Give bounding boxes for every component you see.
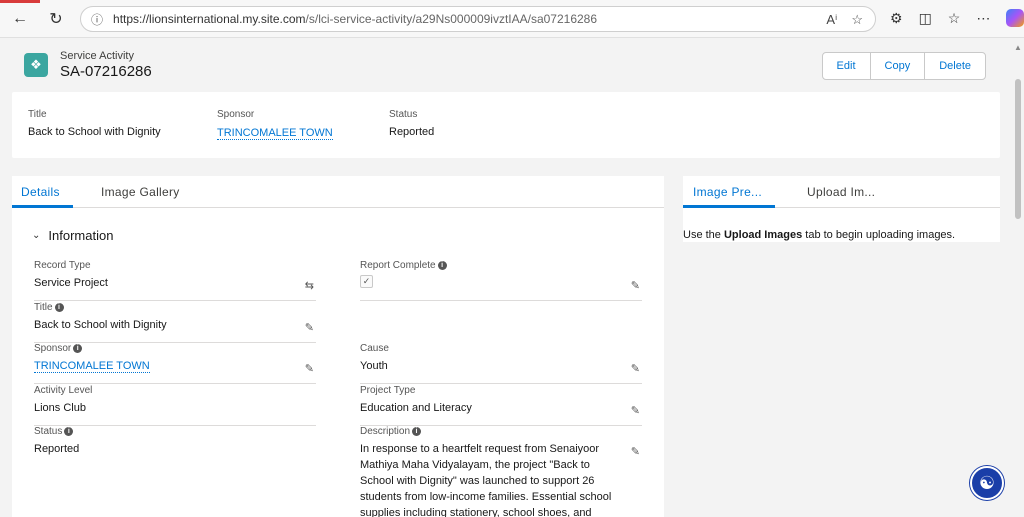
- copy-button[interactable]: Copy: [871, 53, 926, 79]
- tab-details[interactable]: Details: [21, 185, 60, 199]
- edit-pencil-icon[interactable]: ✎: [305, 362, 314, 375]
- cause-label: Cause: [360, 343, 389, 354]
- highlight-title-label: Title: [28, 109, 47, 120]
- scrollbar-thumb[interactable]: [1015, 79, 1021, 219]
- tab-image-preview[interactable]: Image Pre...: [693, 185, 762, 199]
- edit-pencil-icon[interactable]: ✎: [631, 445, 640, 458]
- info-icon[interactable]: i: [54, 303, 64, 312]
- active-tab-indicator: [12, 205, 73, 208]
- browser-toolbar: ← ↻ ⓘ https://lionsinternational.my.site…: [0, 0, 1024, 38]
- page-scrollbar[interactable]: ▲: [1012, 39, 1024, 517]
- copilot-icon[interactable]: [1006, 9, 1024, 27]
- field-status: Status i Reported: [34, 426, 316, 467]
- refresh-icon[interactable]: ↻: [42, 5, 70, 33]
- project-type-value: Education and Literacy: [360, 402, 472, 414]
- info-icon[interactable]: i: [64, 427, 74, 436]
- edit-button[interactable]: Edit: [823, 53, 871, 79]
- record-actions: Edit Copy Delete: [821, 52, 986, 80]
- accessibility-icon[interactable]: ☯: [970, 466, 1004, 500]
- record-name: SA-07216286: [60, 63, 152, 80]
- more-icon[interactable]: ⋯: [976, 10, 990, 27]
- field-activity-level: Activity Level Lions Club: [34, 385, 316, 426]
- field-divider: [360, 300, 642, 301]
- field-divider: [34, 383, 316, 384]
- image-panel: Image Pre... Upload Im... Use the Upload…: [683, 176, 1000, 242]
- record-header: ❖ Service Activity SA-07216286 Edit Copy…: [12, 39, 1000, 89]
- record-type-label: Record Type: [34, 260, 91, 271]
- upload-hint: Use the Upload Images tab to begin uploa…: [683, 229, 956, 241]
- report-complete-label: Report Complete i: [360, 260, 642, 271]
- project-type-label: Project Type: [360, 385, 416, 396]
- info-icon[interactable]: i: [73, 344, 83, 353]
- highlight-sponsor-label: Sponsor: [217, 109, 255, 120]
- description-label: Description i: [360, 426, 642, 437]
- tab-indicator: [0, 0, 40, 3]
- edit-pencil-icon[interactable]: ✎: [631, 404, 640, 417]
- title-value: Back to School with Dignity: [34, 319, 167, 331]
- field-cause: Cause Youth ✎: [360, 343, 642, 385]
- sponsor-link[interactable]: TRINCOMALEE TOWN: [34, 360, 150, 373]
- info-icon[interactable]: i: [437, 261, 447, 270]
- field-project-type: Project Type Education and Literacy ✎: [360, 385, 642, 426]
- details-tabs: Details Image Gallery: [12, 176, 664, 208]
- scroll-up-icon[interactable]: ▲: [1014, 43, 1022, 52]
- favorites-icon[interactable]: ☆: [948, 10, 961, 27]
- read-aloud-icon[interactable]: Aⁱ: [826, 12, 837, 28]
- active-tab-indicator: [683, 205, 775, 208]
- highlight-sponsor: Sponsor TRINCOMALEE TOWN: [217, 109, 333, 140]
- sponsor-label: Sponsor i: [34, 343, 316, 354]
- field-record-type: Record Type Service Project ⇆: [34, 260, 316, 302]
- image-tabs: Image Pre... Upload Im...: [683, 176, 1000, 208]
- highlight-status-value: Reported: [389, 126, 435, 138]
- url-text: https://lionsinternational.my.site.com/s…: [113, 12, 598, 26]
- split-screen-icon[interactable]: ◫: [919, 10, 932, 27]
- field-sponsor: Sponsor i TRINCOMALEE TOWN ✎: [34, 343, 316, 385]
- info-icon[interactable]: i: [412, 427, 422, 436]
- field-divider: [34, 300, 316, 301]
- field-report-complete: Report Complete i ✓ ✎: [360, 260, 642, 302]
- highlight-title-value: Back to School with Dignity: [28, 126, 161, 138]
- chevron-down-icon: ⌄: [32, 230, 41, 241]
- edit-pencil-icon[interactable]: ✎: [631, 279, 640, 292]
- handshake-icon: ❖: [24, 53, 48, 77]
- extensions-icon[interactable]: ⚙: [890, 10, 903, 27]
- highlight-status-label: Status: [389, 109, 418, 120]
- delete-button[interactable]: Delete: [925, 53, 985, 79]
- field-divider: [360, 383, 642, 384]
- activity-level-value: Lions Club: [34, 402, 86, 414]
- description-value: In response to a heartfelt request from …: [360, 443, 612, 517]
- site-info-icon[interactable]: ⓘ: [91, 11, 103, 28]
- report-complete-checkbox: ✓: [360, 275, 373, 288]
- back-icon[interactable]: ←: [6, 5, 34, 33]
- edit-pencil-icon[interactable]: ✎: [305, 321, 314, 334]
- page-content: ❖ Service Activity SA-07216286 Edit Copy…: [0, 39, 1012, 517]
- record-type-value: Service Project: [34, 277, 108, 289]
- activity-level-label: Activity Level: [34, 385, 93, 396]
- title-label: Title i: [34, 302, 316, 313]
- favorite-star-icon[interactable]: ☆: [851, 12, 863, 28]
- edit-pencil-icon[interactable]: ✎: [631, 362, 640, 375]
- cause-value: Youth: [360, 360, 388, 372]
- status-label: Status i: [34, 426, 316, 437]
- highlight-status: Status Reported: [389, 109, 434, 138]
- details-card: Details Image Gallery ⌄ Information Reco…: [12, 176, 664, 517]
- section-title: Information: [48, 228, 114, 243]
- object-type-label: Service Activity: [60, 50, 134, 62]
- highlight-sponsor-link[interactable]: TRINCOMALEE TOWN: [217, 127, 333, 140]
- field-description: Description i In response to a heartfelt …: [360, 426, 642, 517]
- field-title: Title i Back to School with Dignity ✎: [34, 302, 316, 343]
- change-record-type-icon[interactable]: ⇆: [305, 279, 314, 292]
- section-toggle[interactable]: ⌄ Information: [32, 228, 113, 243]
- highlights-panel: Title Back to School with Dignity Sponso…: [12, 92, 1000, 158]
- tab-upload-images[interactable]: Upload Im...: [807, 185, 875, 199]
- address-bar[interactable]: ⓘ https://lionsinternational.my.site.com…: [80, 6, 876, 32]
- status-value: Reported: [34, 443, 80, 455]
- tab-image-gallery[interactable]: Image Gallery: [101, 185, 180, 199]
- highlight-title: Title Back to School with Dignity: [28, 109, 161, 138]
